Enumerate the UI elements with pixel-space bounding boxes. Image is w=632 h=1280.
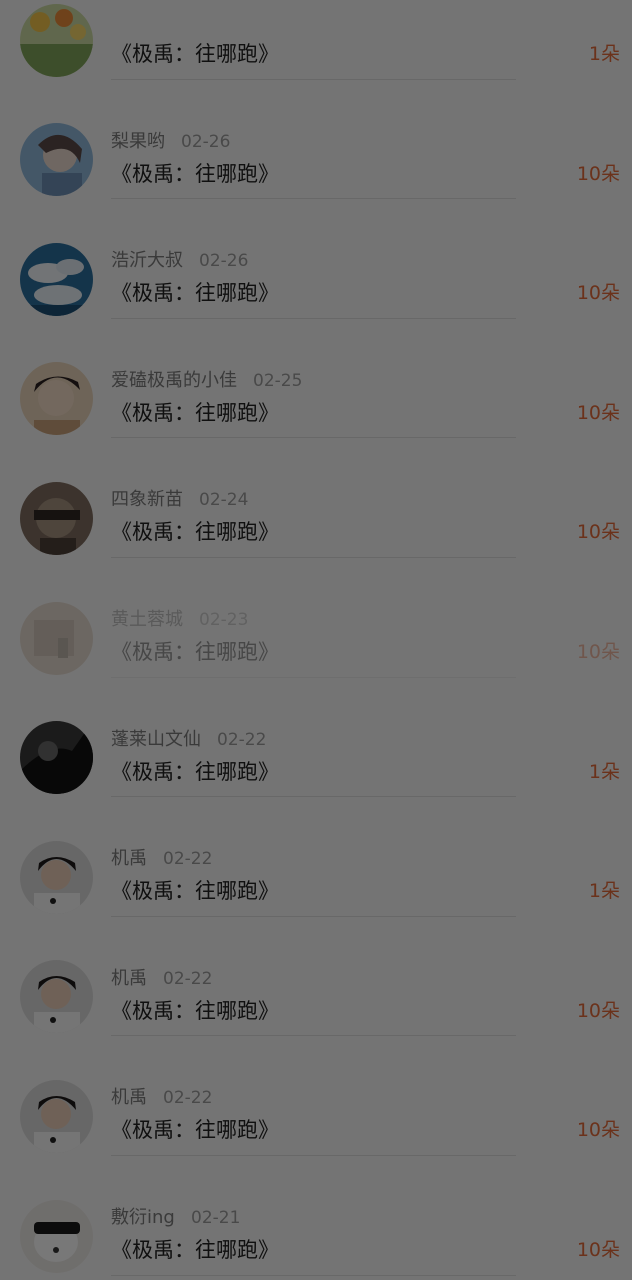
flower-count: 1朵 xyxy=(588,760,620,783)
work-title[interactable]: 《极禹：往哪跑》 xyxy=(111,876,279,906)
work-title[interactable]: 《极禹：往哪跑》 xyxy=(111,517,279,547)
list-item[interactable]: 机禹 02-22 《极禹：往哪跑》 1朵 xyxy=(0,797,632,917)
boy-white-shirt-avatar xyxy=(20,960,93,1034)
gift-date: 02-23 xyxy=(199,610,249,630)
gift-record-list: 《极禹：往哪跑》 1朵 梨果哟 02-26 《极禹：往哪跑》 10朵 浩沂大叔 02-26 《极… xyxy=(0,0,632,1280)
work-title[interactable]: 《极禹：往哪跑》 xyxy=(111,398,279,428)
flower-count: 10朵 xyxy=(576,282,620,305)
avatar[interactable] xyxy=(20,3,93,77)
list-item[interactable]: 《极禹：往哪跑》 1朵 xyxy=(0,0,632,80)
girl-portrait-avatar xyxy=(20,123,93,197)
avatar[interactable] xyxy=(20,960,93,1034)
gift-date: 02-22 xyxy=(217,729,267,750)
white-dog-avatar xyxy=(20,1199,93,1273)
gift-date: 02-21 xyxy=(191,1208,241,1228)
avatar[interactable] xyxy=(20,362,93,436)
list-item[interactable]: 梨果哟 02-26 《极禹：往哪跑》 10朵 xyxy=(0,80,632,200)
avatar[interactable] xyxy=(20,601,93,675)
work-title[interactable]: 《极禹：往哪跑》 xyxy=(111,996,279,1026)
gift-date: 02-22 xyxy=(163,849,213,870)
flower-count: 10朵 xyxy=(576,1239,620,1261)
dark-figure-avatar xyxy=(20,721,93,795)
gift-date: 02-24 xyxy=(199,490,249,511)
work-title[interactable]: 《极禹：往哪跑》 xyxy=(111,39,279,69)
list-item[interactable]: 四象新苗 02-24 《极禹：往哪跑》 10朵 xyxy=(0,438,632,558)
avatar[interactable] xyxy=(20,840,93,914)
list-item[interactable]: 浩沂大叔 02-26 《极禹：往哪跑》 10朵 xyxy=(0,199,632,319)
avatar[interactable] xyxy=(20,721,93,795)
flower-count: 10朵 xyxy=(576,521,620,544)
work-title[interactable]: 《极禹：往哪跑》 xyxy=(111,637,279,667)
blindfold-avatar xyxy=(20,481,93,555)
gift-date: 02-22 xyxy=(163,968,213,989)
user-name[interactable]: 黄土蓉城 xyxy=(111,609,183,631)
avatar[interactable] xyxy=(20,123,93,197)
work-title[interactable]: 《极禹：往哪跑》 xyxy=(111,757,279,787)
flower-count: 1朵 xyxy=(588,880,620,903)
row-divider xyxy=(111,1274,516,1276)
flowers-avatar xyxy=(20,3,93,77)
avatar[interactable] xyxy=(20,481,93,555)
gift-date: 02-22 xyxy=(163,1088,213,1109)
flower-count: 10朵 xyxy=(576,1119,620,1142)
list-item[interactable]: 黄土蓉城 02-23 《极禹：往哪跑》 10朵 xyxy=(0,558,632,678)
gift-date: 02-26 xyxy=(199,251,249,272)
user-name[interactable]: 蓬莱山文仙 xyxy=(111,729,201,751)
work-title[interactable]: 《极禹：往哪跑》 xyxy=(111,159,279,189)
boy-white-shirt-avatar xyxy=(20,1079,93,1153)
beige-photo-avatar xyxy=(20,601,93,675)
work-title[interactable]: 《极禹：往哪跑》 xyxy=(111,278,279,308)
user-name[interactable]: 梨果哟 xyxy=(111,131,165,153)
user-name[interactable]: 机禹 xyxy=(111,848,147,870)
boy-portrait-avatar xyxy=(20,362,93,436)
flower-count: 10朵 xyxy=(576,999,620,1022)
list-item[interactable]: 机禹 02-22 《极禹：往哪跑》 10朵 xyxy=(0,1036,632,1156)
flower-count: 1朵 xyxy=(588,43,620,65)
work-title[interactable]: 《极禹：往哪跑》 xyxy=(111,1115,279,1145)
user-name[interactable]: 四象新苗 xyxy=(111,489,183,511)
flower-count: 10朵 xyxy=(576,162,620,185)
avatar[interactable] xyxy=(20,1199,93,1273)
flower-count: 10朵 xyxy=(576,401,620,424)
gift-date: 02-26 xyxy=(181,131,231,152)
avatar[interactable] xyxy=(20,1079,93,1153)
avatar[interactable] xyxy=(20,242,93,316)
user-name[interactable]: 爱磕极禹的小佳 xyxy=(111,370,237,392)
work-title[interactable]: 《极禹：往哪跑》 xyxy=(111,1235,279,1265)
boy-white-shirt-avatar xyxy=(20,840,93,914)
user-name[interactable]: 浩沂大叔 xyxy=(111,250,183,272)
list-item[interactable]: 爱磕极禹的小佳 02-25 《极禹：往哪跑》 10朵 xyxy=(0,319,632,439)
user-name[interactable]: 机禹 xyxy=(111,1087,147,1109)
list-item[interactable]: 敷衍ing 02-21 《极禹：往哪跑》 10朵 xyxy=(0,1156,632,1276)
user-name[interactable]: 机禹 xyxy=(111,968,147,990)
list-item[interactable]: 蓬莱山文仙 02-22 《极禹：往哪跑》 1朵 xyxy=(0,678,632,798)
list-item[interactable]: 机禹 02-22 《极禹：往哪跑》 10朵 xyxy=(0,917,632,1037)
clouds-sky-avatar xyxy=(20,242,93,316)
gift-date: 02-25 xyxy=(253,370,303,391)
user-name[interactable]: 敷衍ing xyxy=(111,1207,175,1229)
flower-count: 10朵 xyxy=(576,641,620,663)
